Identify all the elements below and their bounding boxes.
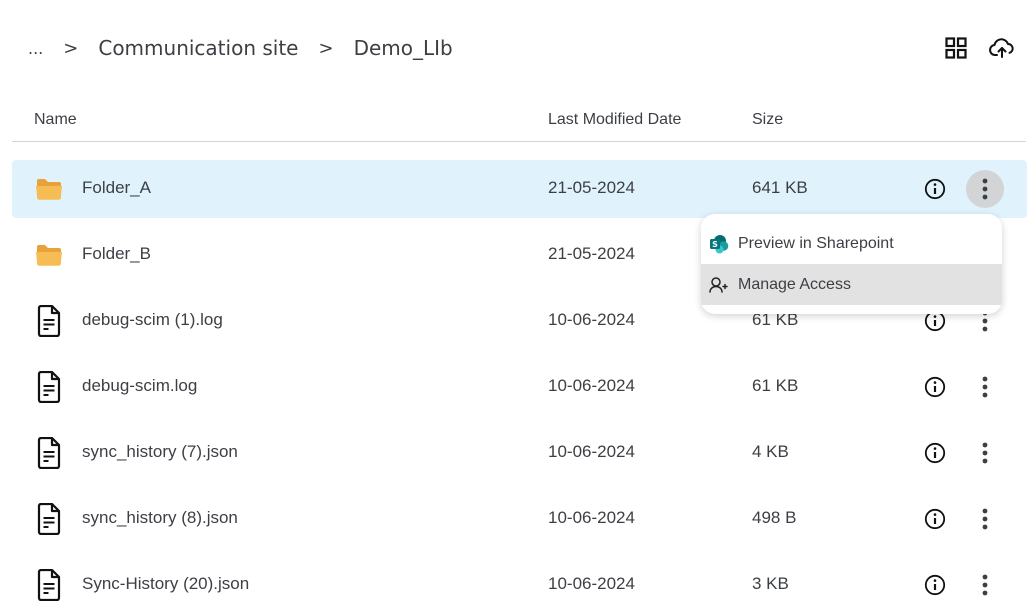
menu-item-preview-in-sharepoint[interactable]: S Preview in Sharepoint xyxy=(701,223,1002,264)
item-size: 61 KB xyxy=(752,376,799,395)
info-button[interactable] xyxy=(923,507,947,531)
item-modified-date: 21-05-2024 xyxy=(548,244,635,263)
more-vertical-icon xyxy=(982,442,988,464)
file-row[interactable]: Sync-History (20).json 10-06-2024 3 KB xyxy=(12,556,1027,614)
more-vertical-icon xyxy=(982,574,988,596)
item-modified-date: 10-06-2024 xyxy=(548,376,635,395)
info-button[interactable] xyxy=(923,177,947,201)
breadcrumb-item-communication-site[interactable]: Communication site xyxy=(98,36,298,60)
item-modified-date: 21-05-2024 xyxy=(548,178,635,197)
info-button[interactable] xyxy=(923,375,947,399)
item-size: 3 KB xyxy=(752,574,789,593)
breadcrumb-ellipsis[interactable]: ... xyxy=(28,39,43,58)
file-row[interactable]: sync_history (7).json 10-06-2024 4 KB xyxy=(12,424,1027,482)
table-header: Name Last Modified Date Size xyxy=(12,100,1026,142)
info-icon xyxy=(924,442,946,464)
menu-item-label: Preview in Sharepoint xyxy=(738,234,894,252)
column-header-size[interactable]: Size xyxy=(752,111,783,129)
more-options-button[interactable] xyxy=(966,170,1004,208)
breadcrumb-separator: > xyxy=(63,37,79,59)
breadcrumb-item-current: Demo_LIb xyxy=(353,36,453,60)
person-add-icon xyxy=(708,274,730,296)
context-menu: S Preview in Sharepoint Manage Access xyxy=(701,214,1002,314)
grid-icon xyxy=(945,37,967,59)
top-bar: ... > Communication site > Demo_LIb xyxy=(0,22,1034,74)
breadcrumb: ... > Communication site > Demo_LIb xyxy=(28,22,473,74)
file-icon xyxy=(34,569,64,601)
info-icon xyxy=(924,376,946,398)
breadcrumb-separator: > xyxy=(318,37,334,59)
menu-item-manage-access[interactable]: Manage Access xyxy=(701,264,1002,305)
item-name[interactable]: debug-scim (1).log xyxy=(82,310,223,330)
info-button[interactable] xyxy=(923,573,947,597)
item-modified-date: 10-06-2024 xyxy=(548,508,635,527)
file-icon xyxy=(34,503,64,535)
more-vertical-icon xyxy=(982,376,988,398)
info-button[interactable] xyxy=(923,441,947,465)
more-options-button[interactable] xyxy=(966,368,1004,406)
svg-text:S: S xyxy=(712,240,718,249)
column-header-name[interactable]: Name xyxy=(34,111,77,129)
info-icon xyxy=(924,574,946,596)
folder-icon xyxy=(34,174,64,204)
folder-row[interactable]: Folder_A 21-05-2024 641 KB xyxy=(12,160,1027,218)
more-options-button[interactable] xyxy=(966,434,1004,472)
item-size: 498 B xyxy=(752,508,797,527)
item-modified-date: 10-06-2024 xyxy=(548,442,635,461)
item-size: 641 KB xyxy=(752,178,808,197)
cloud-upload-icon xyxy=(989,38,1014,58)
more-vertical-icon xyxy=(982,178,988,200)
item-modified-date: 10-06-2024 xyxy=(548,574,635,593)
file-icon xyxy=(34,371,64,403)
upload-button[interactable] xyxy=(988,34,1016,62)
item-name[interactable]: Sync-History (20).json xyxy=(82,574,249,594)
info-icon xyxy=(924,178,946,200)
item-name[interactable]: sync_history (8).json xyxy=(82,508,238,528)
file-row[interactable]: debug-scim.log 10-06-2024 61 KB xyxy=(12,358,1027,416)
grid-view-button[interactable] xyxy=(942,34,970,62)
menu-item-label: Manage Access xyxy=(738,275,851,293)
info-icon xyxy=(924,508,946,530)
sharepoint-icon: S xyxy=(708,233,730,255)
file-row[interactable]: sync_history (8).json 10-06-2024 498 B xyxy=(12,490,1027,548)
file-icon xyxy=(34,437,64,469)
folder-icon xyxy=(34,240,64,270)
item-name[interactable]: Folder_A xyxy=(82,178,151,198)
item-name[interactable]: sync_history (7).json xyxy=(82,442,238,462)
more-options-button[interactable] xyxy=(966,566,1004,604)
file-icon xyxy=(34,305,64,337)
more-vertical-icon xyxy=(982,508,988,530)
top-actions xyxy=(942,34,1016,62)
item-name[interactable]: debug-scim.log xyxy=(82,376,197,396)
item-name[interactable]: Folder_B xyxy=(82,244,151,264)
more-options-button[interactable] xyxy=(966,500,1004,538)
item-modified-date: 10-06-2024 xyxy=(548,310,635,329)
item-size: 4 KB xyxy=(752,442,789,461)
column-header-date[interactable]: Last Modified Date xyxy=(548,111,681,129)
